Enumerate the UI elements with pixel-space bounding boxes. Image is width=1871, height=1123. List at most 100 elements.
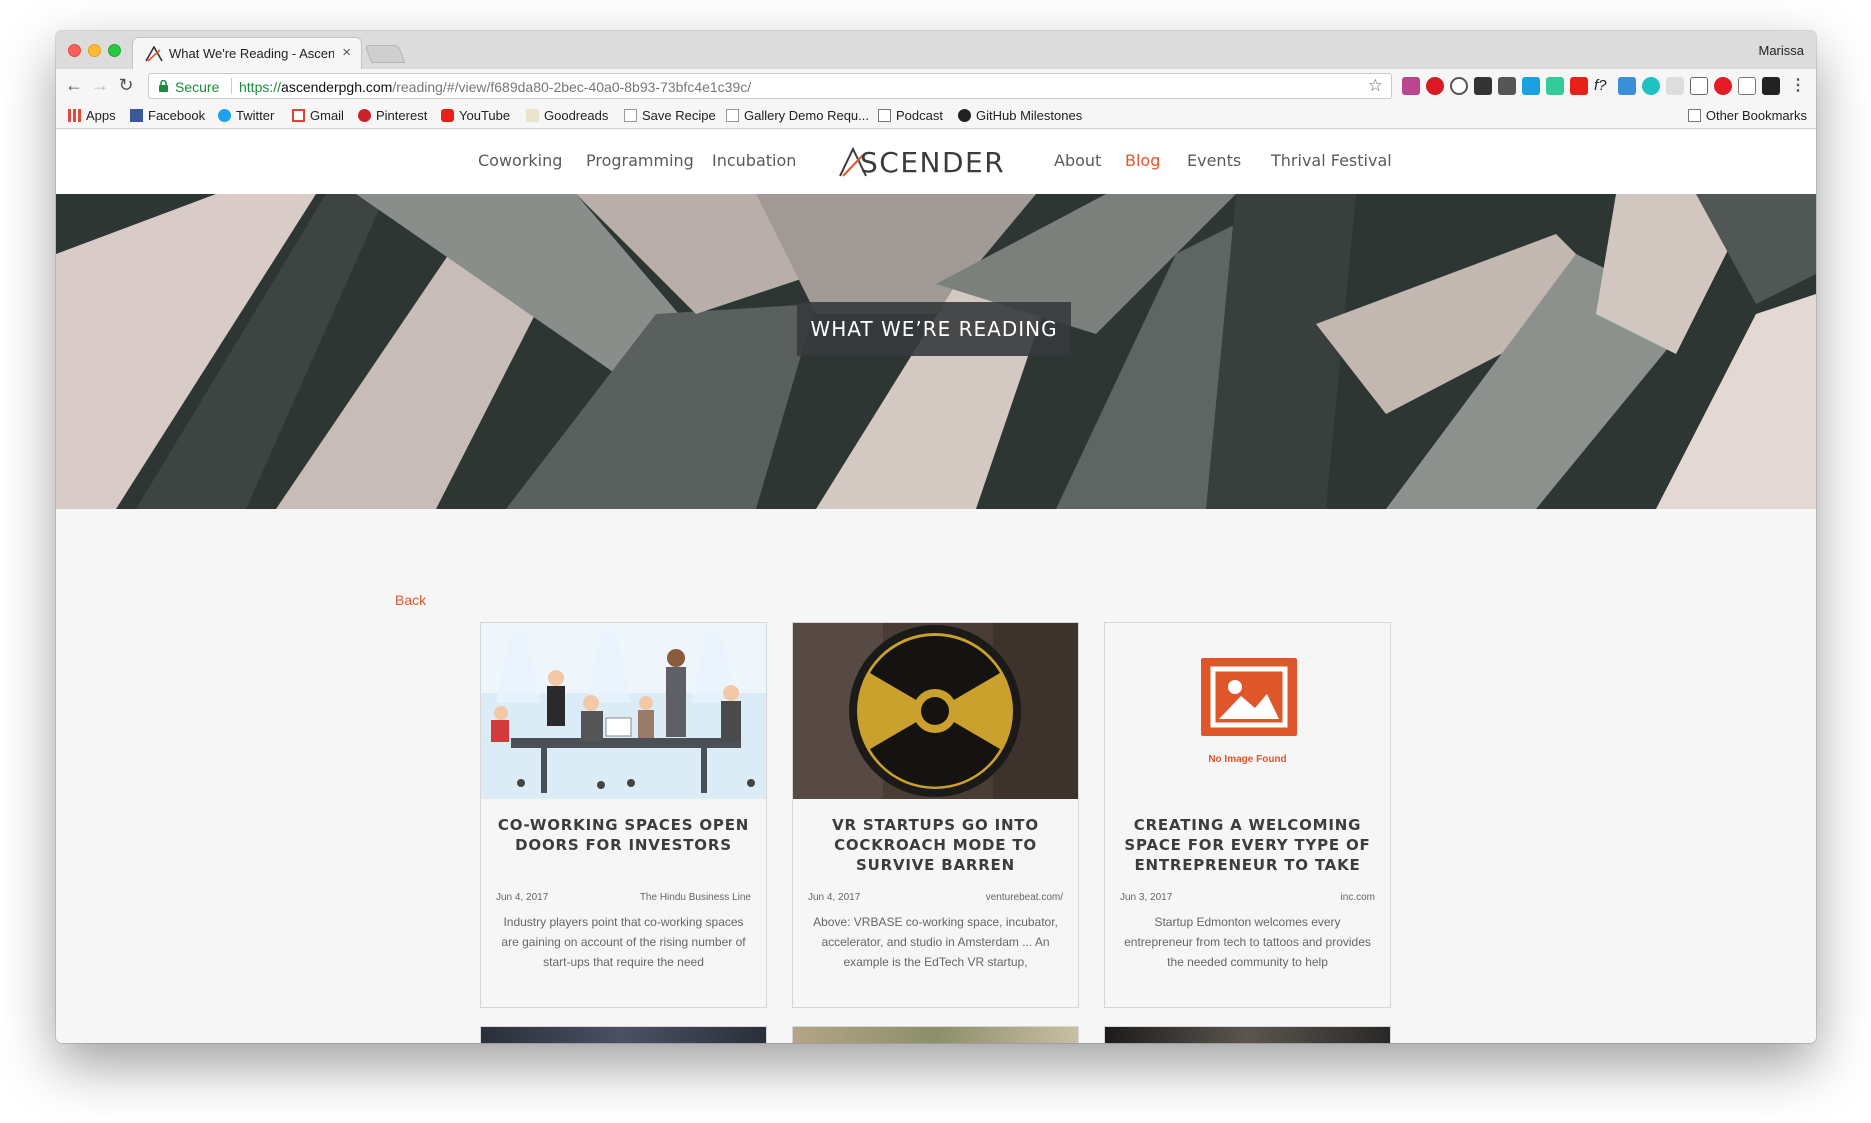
minimize-window-button[interactable] [88, 44, 101, 57]
apps-grid-icon [68, 109, 81, 122]
youtube-extension-icon[interactable] [1570, 77, 1588, 95]
nav-events[interactable]: Events [1187, 151, 1241, 170]
lock-icon [159, 80, 168, 92]
radiation-symbol-image [793, 623, 1078, 799]
article-description: Industry players point that co-working s… [501, 915, 746, 969]
pocket-extension-icon[interactable] [1498, 77, 1516, 95]
office-meeting-illustration [481, 623, 766, 799]
buffer-extension-icon[interactable] [1474, 77, 1492, 95]
page-icon [624, 109, 637, 122]
picture-icon [1210, 666, 1288, 728]
bookmark-star-icon[interactable]: ☆ [1368, 76, 1383, 96]
logo-text: SCENDER [860, 146, 1006, 179]
article-description: Startup Edmonton welcomes every entrepre… [1124, 915, 1371, 969]
url-text[interactable]: https://ascenderpgh.com/reading/#/view/f… [239, 79, 751, 95]
url-separator [231, 78, 232, 94]
extension-icon[interactable] [1762, 77, 1780, 95]
extension-icon[interactable] [1546, 77, 1564, 95]
extension-icon[interactable] [1690, 77, 1708, 95]
tab-bar: What We're Reading - Ascender × Marissa [56, 31, 1816, 69]
article-source: inc.com [1340, 892, 1375, 903]
bookmark-apps[interactable]: Apps [68, 108, 116, 123]
article-card-peek[interactable] [1104, 1026, 1391, 1043]
reload-icon[interactable]: ↻ [116, 75, 136, 96]
opera-extension-icon[interactable] [1714, 77, 1732, 95]
goodreads-icon [526, 109, 539, 122]
no-image-label: No Image Found [1208, 754, 1287, 765]
article-title[interactable]: CO-WORKING SPACES OPEN DOORS FOR INVESTO… [493, 815, 754, 855]
gmail-icon [292, 109, 305, 122]
close-window-button[interactable] [68, 44, 81, 57]
article-card[interactable]: VR STARTUPS GO INTO COCKROACH MODE TO SU… [792, 622, 1079, 1008]
browser-tab[interactable]: What We're Reading - Ascender × [132, 37, 362, 69]
ascender-favicon-icon [145, 46, 163, 62]
extension-icon[interactable] [1618, 77, 1636, 95]
article-date: Jun 4, 2017 [808, 892, 861, 903]
article-card-peek[interactable] [792, 1026, 1079, 1043]
youtube-icon [441, 109, 454, 122]
new-tab-button[interactable] [364, 45, 406, 63]
extension-icon[interactable] [1522, 77, 1540, 95]
bookmark-goodreads[interactable]: Goodreads [526, 108, 608, 123]
bookmark-gallery-demo[interactable]: Gallery Demo Requ... [726, 108, 869, 123]
nav-programming[interactable]: Programming [586, 151, 694, 170]
twitter-icon [218, 109, 231, 122]
extension-icon[interactable] [1642, 77, 1660, 95]
nav-incubation[interactable]: Incubation [712, 151, 796, 170]
pinterest-extension-icon[interactable] [1426, 77, 1444, 95]
article-date: Jun 3, 2017 [1120, 892, 1173, 903]
folder-icon [878, 109, 891, 122]
ascender-logo[interactable]: SCENDER [838, 144, 1020, 180]
article-source: venturebeat.com/ [985, 892, 1063, 903]
article-date: Jun 4, 2017 [496, 892, 549, 903]
article-card[interactable]: No Image Found CREATING A WELCOMING SPAC… [1104, 622, 1391, 1008]
page-icon [726, 109, 739, 122]
article-title[interactable]: CREATING A WELCOMING SPACE FOR EVERY TYP… [1117, 815, 1378, 875]
bookmark-facebook[interactable]: Facebook [130, 108, 205, 123]
article-source: The Hindu Business Line [639, 892, 751, 903]
back-arrow-icon[interactable]: ← [64, 75, 84, 96]
facebook-icon [130, 109, 143, 122]
1password-extension-icon[interactable] [1450, 77, 1468, 95]
forward-arrow-icon[interactable]: → [90, 75, 110, 96]
bookmark-youtube[interactable]: YouTube [441, 108, 510, 123]
nav-blog[interactable]: Blog [1125, 151, 1160, 170]
browser-menu-icon[interactable]: ⋮ [1790, 75, 1806, 95]
folder-icon [1687, 109, 1701, 122]
hero-banner: WHAT WE’RE READING [56, 194, 1816, 509]
article-description: Above: VRBASE co-working space, incubato… [813, 915, 1058, 969]
whatfont-extension-icon[interactable]: f? [1594, 77, 1612, 95]
nav-coworking[interactable]: Coworking [478, 151, 562, 170]
bookmark-pinterest[interactable]: Pinterest [358, 108, 427, 123]
extension-icons: f? [1402, 77, 1802, 97]
extension-icon[interactable] [1402, 77, 1420, 95]
tab-close-icon[interactable]: × [342, 44, 351, 61]
zoom-window-button[interactable] [108, 44, 121, 57]
bookmark-twitter[interactable]: Twitter [218, 108, 274, 123]
bookmark-github-milestones[interactable]: GitHub Milestones [958, 108, 1082, 123]
bookmark-gmail[interactable]: Gmail [292, 108, 344, 123]
secure-label: Secure [175, 79, 220, 95]
image-placeholder-icon [1201, 658, 1297, 736]
hero-title: WHAT WE’RE READING [797, 302, 1071, 356]
github-icon [958, 109, 971, 122]
browser-window: What We're Reading - Ascender × Marissa … [56, 31, 1816, 1043]
extension-icon[interactable] [1666, 77, 1684, 95]
bookmark-other[interactable]: Other Bookmarks [1687, 108, 1807, 123]
back-link[interactable]: Back [395, 592, 426, 608]
cast-icon[interactable] [1738, 77, 1756, 95]
bookmark-save-recipe[interactable]: Save Recipe [624, 108, 716, 123]
bookmarks-bar: Apps Facebook Twitter Gmail Pinterest Yo… [56, 103, 1816, 129]
article-image [481, 623, 766, 799]
article-title[interactable]: VR STARTUPS GO INTO COCKROACH MODE TO SU… [805, 815, 1066, 875]
nav-about[interactable]: About [1054, 151, 1101, 170]
browser-toolbar: ← → ↻ Secure https://ascenderpgh.com/rea… [56, 69, 1816, 103]
article-card[interactable]: CO-WORKING SPACES OPEN DOORS FOR INVESTO… [480, 622, 767, 1008]
tab-title: What We're Reading - Ascender [169, 46, 334, 61]
site-header: Coworking Programming Incubation SCENDER… [56, 130, 1816, 194]
bookmark-podcast[interactable]: Podcast [878, 108, 943, 123]
nav-thrival-festival[interactable]: Thrival Festival [1271, 151, 1392, 170]
profile-name[interactable]: Marissa [1758, 43, 1804, 58]
address-bar[interactable]: Secure https://ascenderpgh.com/reading/#… [148, 73, 1392, 99]
article-card-peek[interactable] [480, 1026, 767, 1043]
